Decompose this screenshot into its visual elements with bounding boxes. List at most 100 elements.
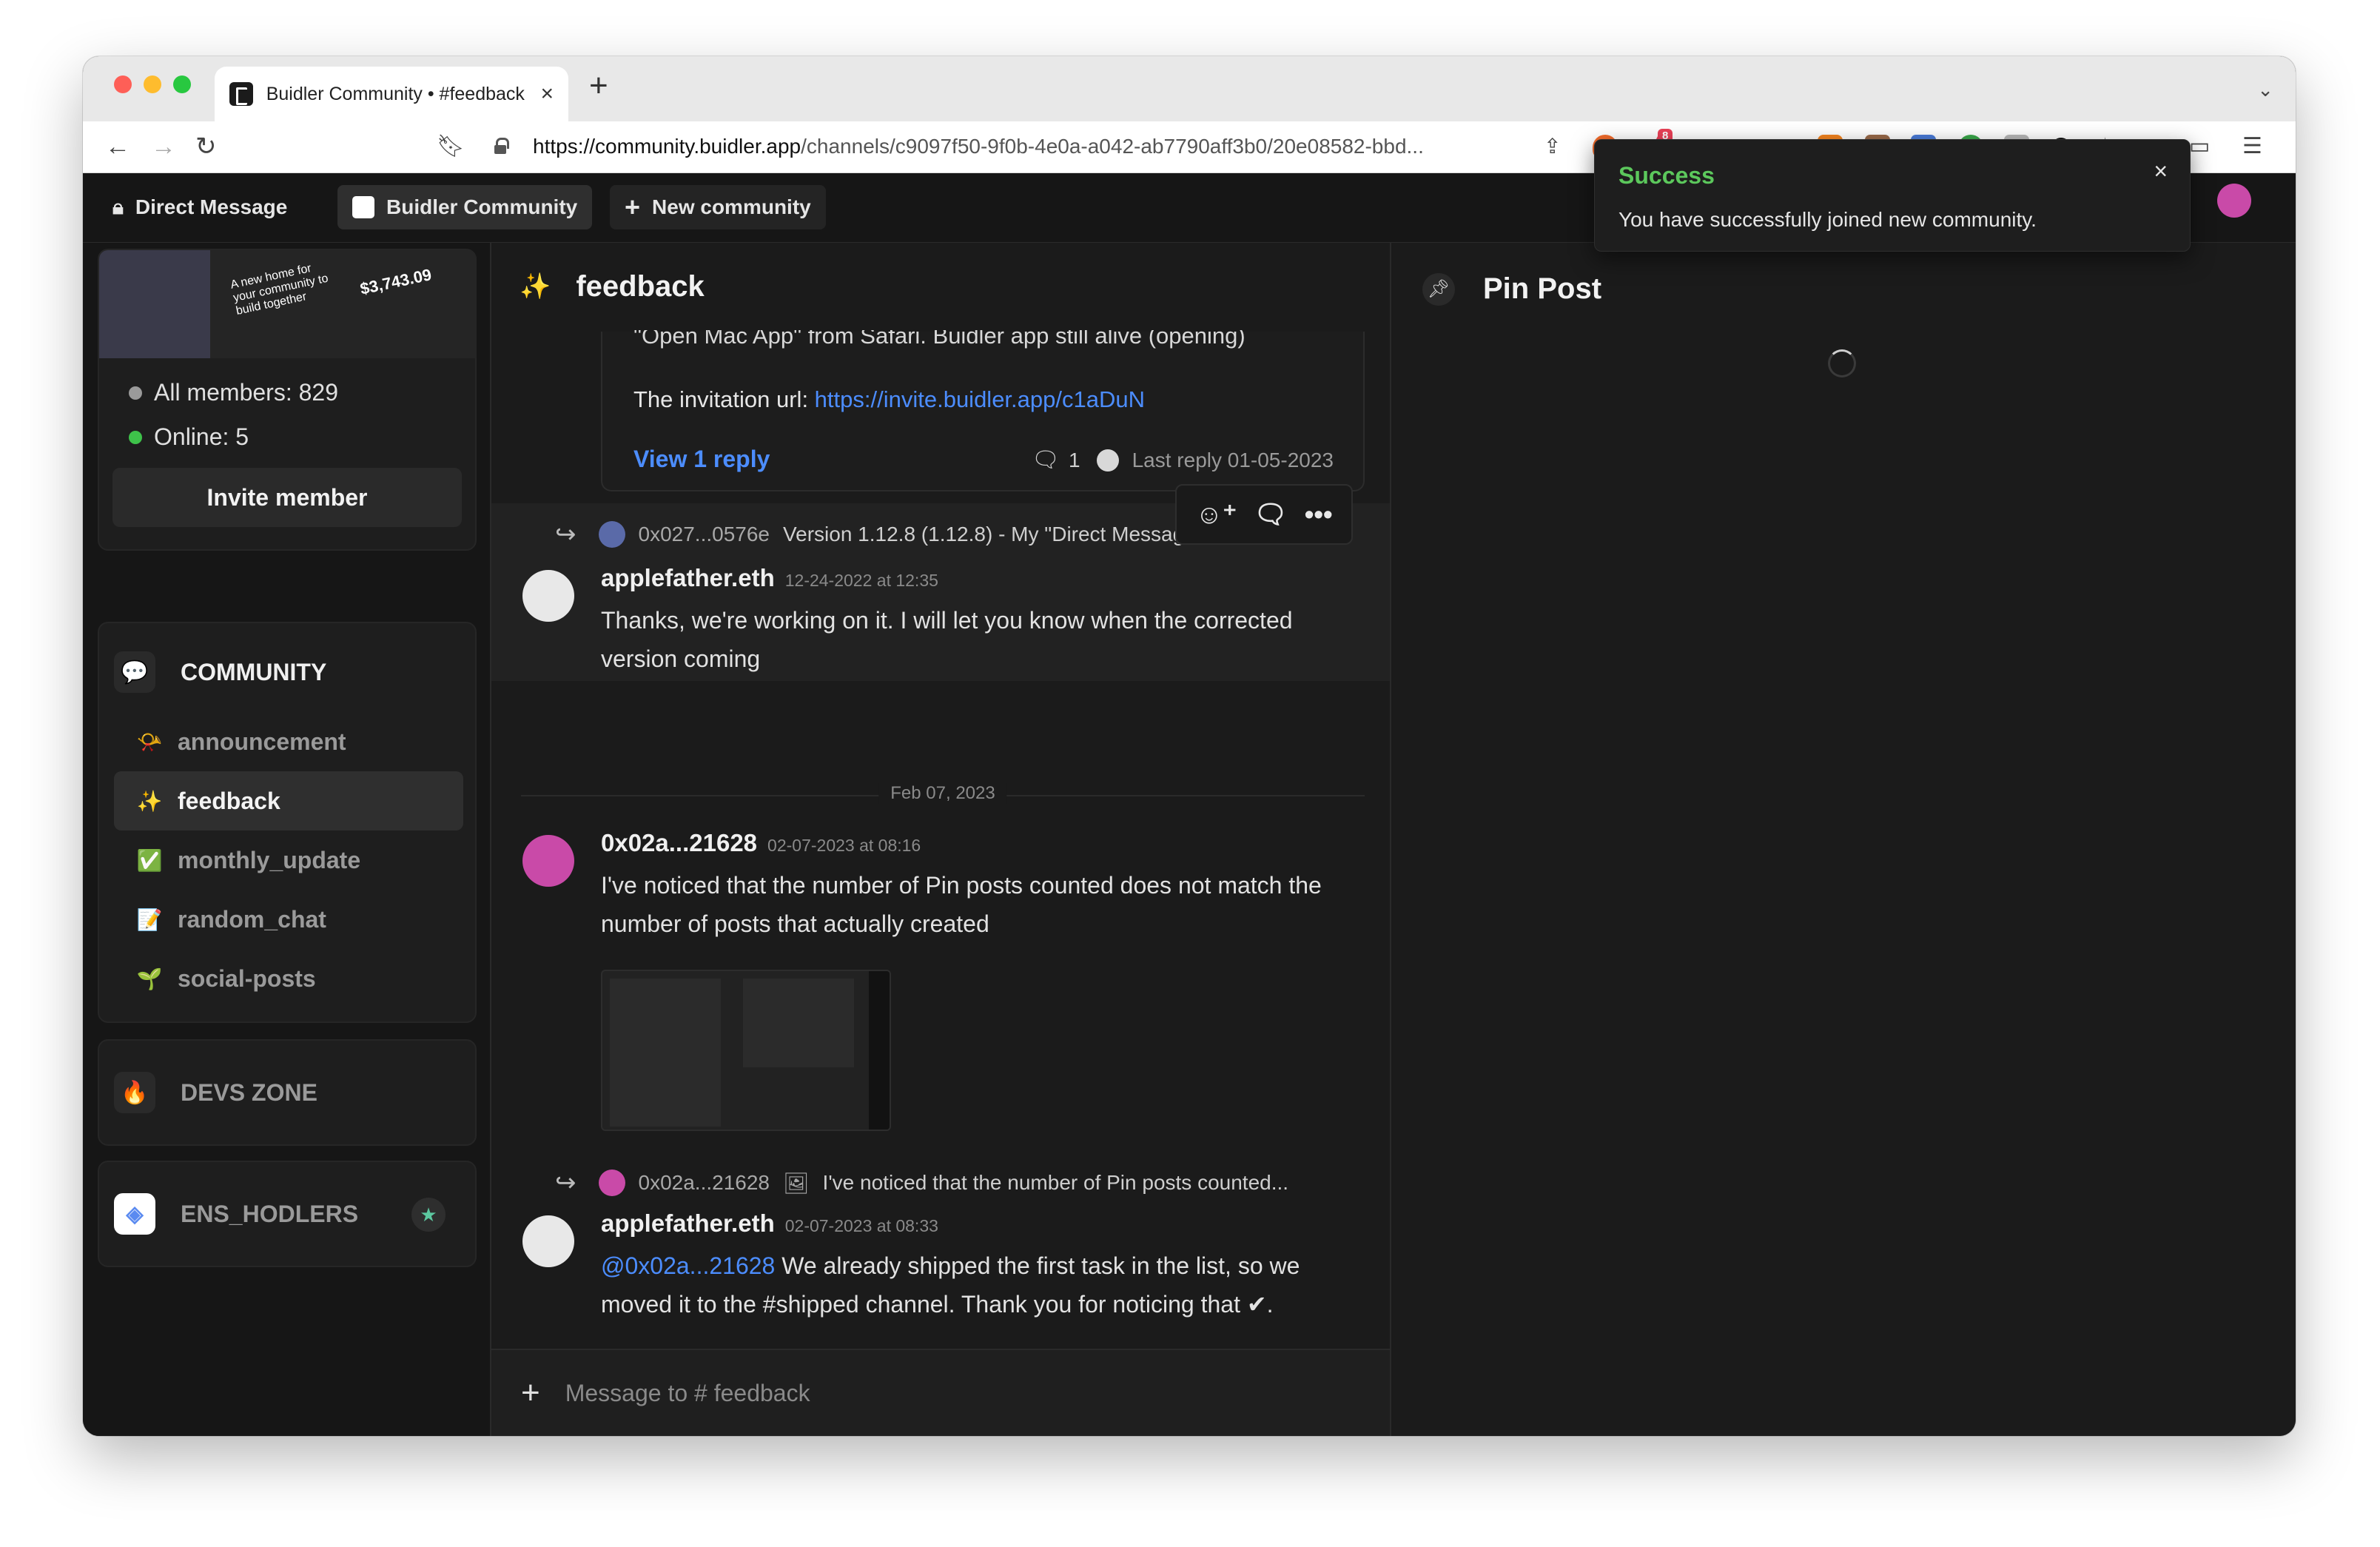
attachment-thumb-right bbox=[743, 979, 854, 1067]
reply-ref-text: Version 1.12.8 (1.12.8) - My "Direct Mes… bbox=[783, 523, 1203, 546]
browser-tab[interactable]: Buidler Community • #feedback × bbox=[215, 67, 568, 121]
message-text: Thanks, we're working on it. I will let … bbox=[601, 607, 1293, 672]
close-window-button[interactable] bbox=[114, 75, 132, 93]
channel-random-chat[interactable]: 📝 random_chat bbox=[114, 890, 463, 949]
community-group-header[interactable]: 💬 COMMUNITY bbox=[114, 651, 326, 693]
attachment-edge bbox=[869, 971, 890, 1130]
reply-reference[interactable]: ↪ 0x02a...21628 🖼︎ I've noticed that the… bbox=[555, 1168, 1288, 1198]
last-reply-label: Last reply 01-05-2023 bbox=[1132, 448, 1334, 472]
sidebar: A new home for your community to build t… bbox=[83, 243, 490, 1436]
toast-title: Success bbox=[1618, 162, 1715, 189]
reload-icon[interactable]: ↻ bbox=[195, 132, 217, 161]
reply-reference[interactable]: ↪ 0x027...0576e Version 1.12.8 (1.12.8) … bbox=[555, 520, 1203, 549]
pin-post-header: 📌︎ Pin Post bbox=[1422, 272, 1601, 306]
user-mention[interactable]: @0x02a...21628 bbox=[601, 1252, 775, 1279]
community-info-panel: A new home for your community to build t… bbox=[98, 249, 477, 551]
channel-conversation: ✨ feedback "Open Mac App" from Safari. B… bbox=[490, 243, 1391, 1436]
success-toast: Success You have successfully joined new… bbox=[1594, 139, 2191, 252]
avatar bbox=[598, 521, 625, 548]
check-mark-icon: ✅ bbox=[136, 848, 163, 872]
url-field[interactable]: https://community.buidler.app/channels/c… bbox=[533, 135, 1584, 158]
all-members-label: All members: 829 bbox=[154, 379, 338, 406]
buidler-favicon-icon bbox=[229, 82, 253, 106]
loading-spinner-icon bbox=[1828, 349, 1856, 377]
new-tab-button[interactable]: + bbox=[589, 70, 608, 102]
channel-monthly-update[interactable]: ✅ monthly_update bbox=[114, 830, 463, 890]
url-host: https://community.buidler.app bbox=[533, 135, 801, 158]
online-dot-icon bbox=[129, 430, 142, 444]
message-text: @0x02a...21628 We already shipped the fi… bbox=[601, 1246, 1356, 1323]
toast-message: You have successfully joined new communi… bbox=[1618, 208, 2037, 231]
message-composer: + Message to # feedback bbox=[491, 1349, 1390, 1436]
bookmark-icon[interactable]: 🔖︎ bbox=[437, 132, 465, 161]
pin-icon: 📌︎ bbox=[1422, 272, 1455, 306]
channel-announcement[interactable]: 📯 announcement bbox=[114, 712, 463, 771]
timestamp: 12-24-2022 at 12:35 bbox=[784, 571, 938, 590]
attach-plus-icon[interactable]: + bbox=[521, 1375, 540, 1412]
community-group-label: COMMUNITY bbox=[181, 658, 327, 685]
new-community-button[interactable]: + New community bbox=[610, 185, 826, 229]
back-icon[interactable]: ← bbox=[105, 132, 130, 161]
community-logo-icon bbox=[352, 196, 374, 218]
tab-list-chevron-icon[interactable]: ⌄ bbox=[2257, 78, 2273, 101]
banner-text: A new home for your community to build t… bbox=[229, 262, 330, 318]
sparkles-icon: ✨ bbox=[136, 789, 163, 813]
attachment-image[interactable] bbox=[601, 970, 891, 1131]
sparkles-icon: ✨ bbox=[520, 272, 551, 301]
username[interactable]: 0x02a...21628 bbox=[601, 829, 757, 857]
last-reply-info: 🗨︎ 1 Last reply 01-05-2023 bbox=[1032, 447, 1334, 473]
invitation-link[interactable]: https://invite.buidler.app/c1aDuN bbox=[815, 386, 1145, 412]
postal-horn-icon: 📯 bbox=[136, 730, 163, 754]
minimize-window-button[interactable] bbox=[144, 75, 161, 93]
toast-close-icon[interactable]: × bbox=[2154, 158, 2168, 185]
ens-holders-label: ENS_HODLERS bbox=[181, 1200, 359, 1227]
add-reaction-icon[interactable]: ☺⁺ bbox=[1195, 499, 1237, 530]
pin-post-panel: 📌︎ Pin Post bbox=[1393, 243, 2296, 1436]
more-options-icon[interactable]: ••• bbox=[1305, 499, 1333, 530]
username[interactable]: applefather.eth bbox=[601, 564, 775, 592]
community-banner: A new home for your community to build t… bbox=[99, 250, 477, 358]
community-switcher-button[interactable]: Buidler Community bbox=[337, 185, 593, 229]
reply-arrow-icon: ↪ bbox=[555, 520, 576, 548]
avatar[interactable] bbox=[522, 570, 574, 622]
channel-feedback[interactable]: ✨ feedback bbox=[114, 771, 463, 830]
avatar[interactable] bbox=[2217, 184, 2251, 218]
zoom-window-button[interactable] bbox=[173, 75, 191, 93]
devs-zone-group[interactable]: 🔥 DEVS ZONE bbox=[98, 1039, 477, 1146]
memo-icon: 📝 bbox=[136, 907, 163, 931]
image-icon: 🖼︎ bbox=[783, 1171, 810, 1195]
community-label: Buidler Community bbox=[386, 195, 578, 218]
browser-menu-icon[interactable]: ☰ bbox=[2242, 132, 2262, 161]
invite-member-button[interactable]: Invite member bbox=[112, 468, 462, 527]
ens-logo-icon: ◈ bbox=[114, 1193, 155, 1235]
tab-close-icon[interactable]: × bbox=[540, 81, 554, 107]
channel-label: feedback bbox=[178, 787, 280, 814]
window-controls bbox=[114, 75, 191, 93]
lock-icon: 🔒︎ bbox=[112, 195, 124, 218]
timestamp: 02-07-2023 at 08:16 bbox=[767, 836, 921, 855]
share-icon[interactable]: ⇪ bbox=[1544, 132, 1561, 161]
message-header: applefather.eth 12-24-2022 at 12:35 bbox=[601, 564, 938, 592]
message-input[interactable]: Message to # feedback bbox=[565, 1380, 810, 1407]
reply-ref-user: 0x02a...21628 bbox=[638, 1171, 770, 1194]
pin-post-title: Pin Post bbox=[1483, 272, 1602, 305]
direct-message-button[interactable]: 🔒︎ Direct Message bbox=[98, 185, 302, 229]
channel-social-posts[interactable]: 🌱 social-posts bbox=[114, 949, 463, 1008]
banner-image bbox=[99, 250, 210, 358]
browser-tab-bar: Buidler Community • #feedback × + ⌄ bbox=[83, 56, 2296, 121]
star-badge-icon: ★ bbox=[411, 1198, 446, 1232]
devs-zone-header: 🔥 DEVS ZONE bbox=[114, 1072, 317, 1113]
online-stat: Online: 5 bbox=[129, 423, 249, 451]
username[interactable]: applefather.eth bbox=[601, 1209, 775, 1238]
reply-thread-icon[interactable]: 🗨︎ bbox=[1254, 499, 1288, 530]
avatar bbox=[598, 1170, 625, 1196]
forward-icon[interactable]: → bbox=[151, 132, 176, 161]
avatar[interactable] bbox=[522, 835, 574, 887]
view-reply-button[interactable]: View 1 reply bbox=[633, 446, 770, 473]
ens-holders-group[interactable]: ◈ ENS_HODLERS ★ bbox=[98, 1161, 477, 1267]
reply-arrow-icon: ↪ bbox=[555, 1169, 576, 1197]
lock-icon bbox=[494, 138, 509, 154]
wallet-icon[interactable]: ▭ bbox=[2189, 132, 2210, 161]
all-members-stat: All members: 829 bbox=[129, 379, 338, 406]
avatar[interactable] bbox=[522, 1215, 574, 1267]
